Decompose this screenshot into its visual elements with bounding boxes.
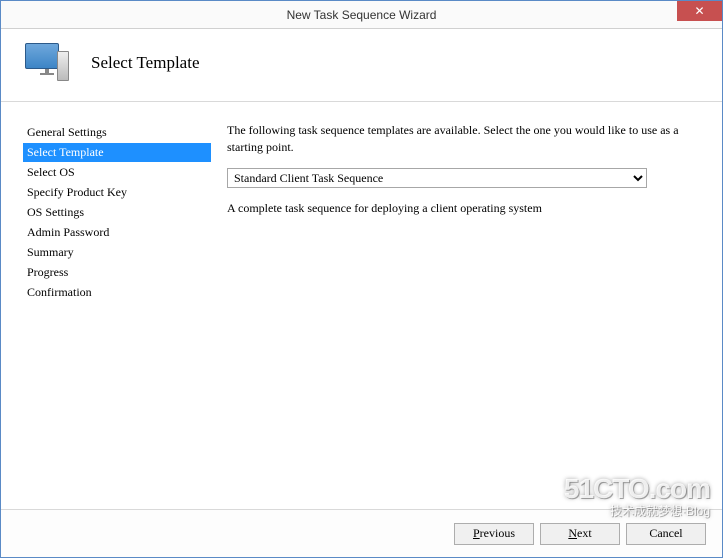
wizard-nav: General Settings Select Template Select …	[1, 102, 211, 550]
nav-item-specify-product-key[interactable]: Specify Product Key	[23, 183, 211, 202]
nav-item-os-settings[interactable]: OS Settings	[23, 203, 211, 222]
nav-item-general-settings[interactable]: General Settings	[23, 123, 211, 142]
nav-item-select-os[interactable]: Select OS	[23, 163, 211, 182]
wizard-content: The following task sequence templates ar…	[211, 102, 722, 550]
nav-item-confirmation[interactable]: Confirmation	[23, 283, 211, 302]
intro-text: The following task sequence templates ar…	[227, 122, 698, 156]
titlebar: New Task Sequence Wizard ✕	[1, 1, 722, 29]
nav-item-summary[interactable]: Summary	[23, 243, 211, 262]
nav-item-select-template[interactable]: Select Template	[23, 143, 211, 162]
wizard-window: New Task Sequence Wizard ✕ Select Templa…	[0, 0, 723, 558]
previous-button[interactable]: Previous	[454, 523, 534, 545]
window-title: New Task Sequence Wizard	[287, 8, 437, 22]
header: Select Template	[1, 29, 722, 102]
page-title: Select Template	[91, 53, 199, 73]
wizard-body: General Settings Select Template Select …	[1, 102, 722, 550]
wizard-footer: Previous Next Cancel	[1, 509, 722, 557]
close-button[interactable]: ✕	[677, 1, 722, 21]
template-description: A complete task sequence for deploying a…	[227, 200, 698, 217]
cancel-button[interactable]: Cancel	[626, 523, 706, 545]
computer-icon	[25, 43, 69, 83]
template-select-wrap: Standard Client Task Sequence	[227, 168, 698, 188]
nav-item-admin-password[interactable]: Admin Password	[23, 223, 211, 242]
next-button[interactable]: Next	[540, 523, 620, 545]
close-icon: ✕	[694, 4, 704, 18]
template-dropdown[interactable]: Standard Client Task Sequence	[227, 168, 647, 188]
nav-item-progress[interactable]: Progress	[23, 263, 211, 282]
